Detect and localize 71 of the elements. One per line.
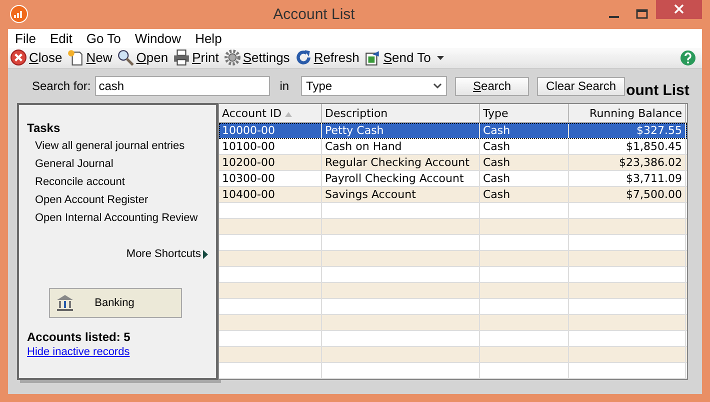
app-icon: [10, 5, 28, 24]
column-header[interactable]: Type: [480, 104, 569, 122]
table-cell: $7,500.00: [569, 187, 686, 202]
table-cell: Cash: [480, 171, 569, 186]
page-heading: ount List: [626, 82, 690, 98]
search-label: Search for:: [32, 79, 91, 93]
menu-item[interactable]: Window: [128, 30, 188, 46]
table-cell: $23,386.02: [569, 155, 686, 170]
toolbar-button[interactable]: Open: [115, 49, 172, 66]
menu-item[interactable]: File: [8, 30, 43, 46]
table-cell: Payroll Checking Account: [322, 171, 480, 186]
menu-item[interactable]: Help: [188, 30, 229, 46]
table-cell: Cash: [480, 155, 569, 170]
accounts-count: Accounts listed: 5: [27, 330, 132, 344]
magnifier-icon: [117, 49, 134, 66]
table-cell: Petty Cash: [322, 123, 480, 138]
send-document-icon: [364, 49, 382, 66]
tasks-title: Tasks: [27, 121, 62, 135]
toolbar-button[interactable]: Send To: [362, 49, 447, 66]
chevron-icon: [433, 83, 442, 89]
arrow-right-icon: [203, 250, 208, 258]
refresh-icon: [294, 49, 312, 66]
search-button[interactable]: Search: [455, 76, 530, 96]
column-header[interactable]: Running Balance: [569, 104, 686, 122]
table-cell: 10300-00: [219, 171, 322, 186]
column-header[interactable]: Description: [322, 104, 480, 122]
in-label: in: [280, 79, 290, 93]
table-row[interactable]: 10000-00 Petty Cash Cash $327.55: [219, 123, 687, 139]
table-cell: $3,711.09: [569, 171, 686, 186]
table-cell: Cash on Hand: [322, 139, 480, 154]
table-cell: 10000-00: [219, 123, 322, 138]
menu-item[interactable]: Go To: [79, 30, 128, 46]
search-field[interactable]: cash: [94, 76, 270, 96]
caret-icon: [436, 56, 444, 60]
toolbar-button[interactable]: New: [65, 49, 116, 66]
menu-item[interactable]: Edit: [42, 30, 80, 46]
toolbar-button[interactable]: Refresh: [292, 49, 362, 66]
table-cell: Cash: [480, 187, 569, 202]
task-link[interactable]: Reconcile account: [27, 173, 208, 191]
table-cell: 10100-00: [219, 139, 322, 154]
table-row[interactable]: 10200-00 Regular Checking Account Cash $23,386.02: [219, 155, 687, 171]
table-cell: Regular Checking Account: [322, 155, 480, 170]
table-cell: 10400-00: [219, 187, 322, 202]
field-dropdown[interactable]: Type: [301, 76, 448, 96]
table-cell: Savings Account: [322, 187, 480, 202]
table-cell: Cash: [480, 139, 569, 154]
column-header[interactable]: Account ID: [219, 104, 322, 122]
task-link[interactable]: Open Internal Accounting Review: [27, 209, 208, 227]
task-link[interactable]: View all general journal entries: [27, 137, 208, 155]
table-cell: $327.55: [569, 123, 686, 138]
table-row[interactable]: 10400-00 Savings Account Cash $7,500.00: [219, 187, 687, 203]
new-document-icon: [67, 49, 84, 66]
gear-icon: [224, 49, 241, 66]
more-shortcuts-link[interactable]: More Shortcuts: [126, 248, 208, 260]
table-cell: $1,850.45: [569, 139, 686, 154]
close-icon: [674, 4, 684, 14]
banking-button[interactable]: Banking: [49, 288, 182, 318]
task-link[interactable]: Open Account Register: [27, 191, 208, 209]
help-icon[interactable]: [680, 50, 696, 66]
clear-search-button[interactable]: Clear Search: [537, 76, 626, 96]
toolbar-button[interactable]: Settings: [222, 49, 293, 66]
bank-icon: [56, 294, 74, 312]
close-button[interactable]: [656, 0, 702, 20]
table-cell: 10200-00: [219, 155, 322, 170]
toolbar-button[interactable]: Print: [171, 49, 222, 66]
task-link[interactable]: General Journal: [27, 155, 208, 173]
toolbar-button[interactable]: Close: [8, 49, 66, 66]
maximize-button[interactable]: [636, 9, 648, 20]
sort-arrow-icon: [285, 112, 292, 117]
table-cell: Cash: [480, 123, 569, 138]
window-title: Account List: [272, 6, 356, 23]
